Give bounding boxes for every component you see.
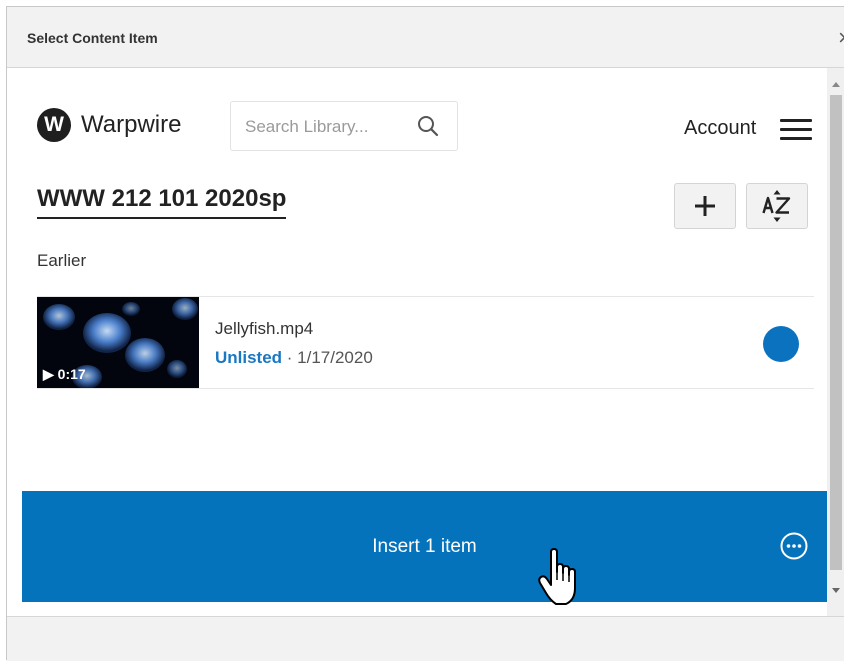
video-duration: ▶ 0:17 [43,366,86,382]
item-meta: Unlisted · 1/17/2020 [215,348,373,368]
section-label: Earlier [37,251,87,270]
meta-separator: · [282,348,298,367]
plus-icon [695,196,715,216]
more-options-icon[interactable] [779,531,809,561]
logo-text: Warpwire [81,111,182,138]
selection-indicator[interactable] [763,326,799,362]
search-icon[interactable] [417,115,439,137]
scroll-thumb[interactable] [830,95,842,570]
item-date: 1/17/2020 [297,348,373,367]
sort-az-icon [762,190,791,222]
close-icon[interactable]: × [838,25,844,51]
search-box[interactable] [230,101,458,151]
dialog-title: Select Content Item [27,30,158,46]
logo-mark: W [37,108,71,142]
sort-button[interactable] [746,183,808,229]
account-link[interactable]: Account [684,117,756,140]
dialog-footer [7,616,844,661]
status-link[interactable]: Unlisted [215,348,282,367]
dialog: Select Content Item × W Warpwire Account… [6,6,844,661]
add-button[interactable] [674,183,736,229]
library-title[interactable]: WWW 212 101 2020sp [37,185,287,219]
insert-button[interactable]: Insert 1 item [22,491,827,602]
item-title[interactable]: Jellyfish.mp4 [215,319,313,339]
warpwire-logo: W Warpwire [37,108,181,142]
insert-label: Insert 1 item [372,535,477,557]
hand-pointer-icon [538,548,576,605]
video-thumbnail[interactable]: ▶ 0:17 [37,297,199,389]
content-area: W Warpwire Account WWW 212 101 2020sp [7,68,827,616]
scroll-up-icon[interactable] [832,82,840,87]
dialog-header: Select Content Item × [7,7,844,68]
row-divider [37,388,814,389]
scrollbar[interactable] [827,68,844,616]
search-input[interactable] [243,116,407,138]
menu-icon[interactable] [780,118,812,142]
scroll-down-icon[interactable] [832,588,840,593]
